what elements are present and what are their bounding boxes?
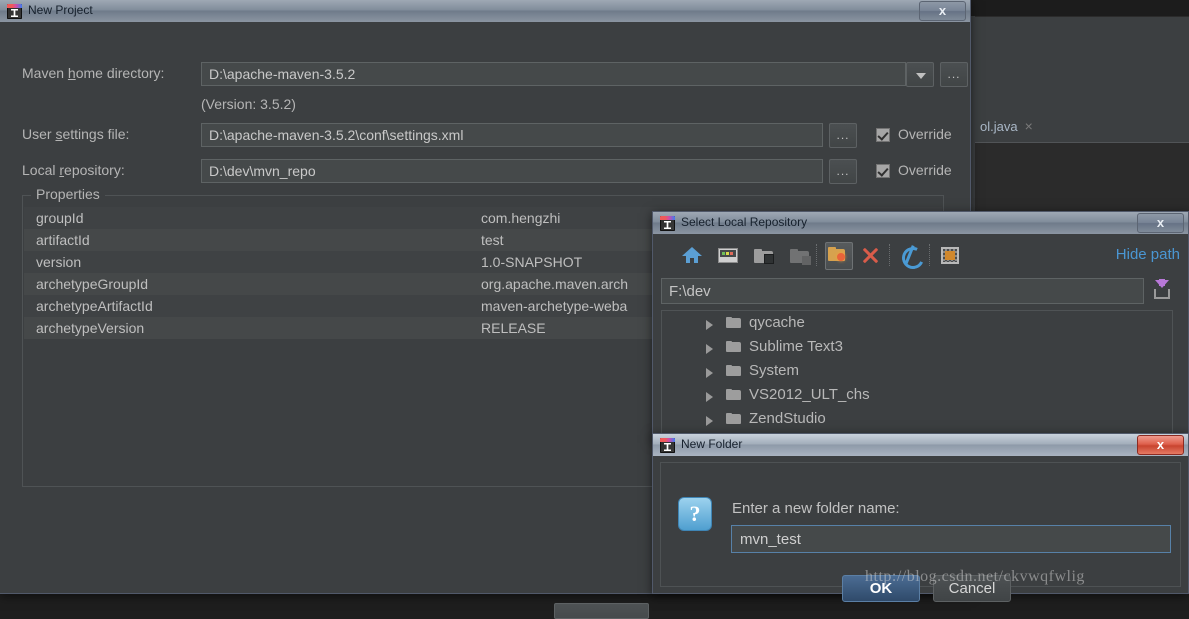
editor-tab-label: ol.java (980, 119, 1018, 134)
folder-name-input[interactable]: mvn_test (731, 525, 1171, 553)
tree-item-label: qycache (749, 314, 805, 331)
new-project-titlebar[interactable]: New Project x (0, 0, 971, 22)
toolbar-separator (816, 244, 817, 266)
intellij-icon (660, 216, 675, 231)
property-value: test (481, 232, 504, 248)
property-key: groupId (36, 210, 84, 226)
home-icon[interactable] (681, 244, 703, 266)
folder-down-icon[interactable] (753, 244, 775, 266)
question-mark-glyph: ? (689, 501, 701, 526)
new-folder-title: New Folder (681, 437, 743, 451)
ok-button[interactable]: OK (842, 575, 920, 602)
list-item[interactable]: ZendStudio (662, 407, 1172, 431)
editor-tab[interactable]: ol.java × (980, 118, 1033, 134)
folder-icon (726, 317, 741, 328)
tree-item-label: ZendStudio (749, 410, 826, 427)
show-hidden-icon[interactable] (939, 244, 961, 266)
cancel-button[interactable]: Cancel (933, 575, 1011, 602)
path-input[interactable]: F:\dev (661, 278, 1144, 304)
property-key: archetypeArtifactId (36, 298, 153, 314)
property-key: version (36, 254, 82, 270)
list-item[interactable]: VS2012_ULT_chs (662, 383, 1172, 407)
property-value: 1.0-SNAPSHOT (481, 254, 583, 270)
expand-arrow-icon[interactable] (706, 416, 713, 426)
maven-home-browse-button[interactable]: ... (940, 62, 968, 87)
intellij-icon (660, 438, 675, 453)
select-repo-title: Select Local Repository (681, 215, 808, 229)
folder-icon (726, 389, 741, 400)
new-folder-body: ? Enter a new folder name: mvn_test OK C… (652, 456, 1189, 602)
folder-up-icon[interactable] (789, 244, 811, 266)
expand-arrow-icon[interactable] (706, 392, 713, 402)
maven-home-dropdown-button[interactable] (906, 62, 934, 87)
override-user-settings-checkbox[interactable] (876, 128, 890, 142)
tree-item-label: System (749, 362, 800, 379)
new-project-footer-button[interactable] (554, 603, 649, 619)
expand-arrow-icon[interactable] (706, 344, 713, 354)
local-repository-field[interactable]: D:\dev\mvn_repo (201, 159, 823, 183)
hide-path-link[interactable]: Hide path (1116, 246, 1180, 263)
property-value: org.apache.maven.arch (481, 276, 629, 292)
local-repository-browse-button[interactable]: ... (829, 159, 857, 184)
toolbar-separator (889, 244, 890, 266)
folder-icon (726, 413, 741, 424)
properties-legend: Properties (31, 186, 105, 202)
property-key: archetypeGroupId (36, 276, 149, 292)
list-item[interactable]: qycache (662, 311, 1172, 335)
list-item[interactable]: System (662, 359, 1172, 383)
user-settings-browse-button[interactable]: ... (829, 123, 857, 148)
desktop-icon[interactable] (717, 244, 739, 266)
tree-item-label: Sublime Text3 (749, 338, 843, 355)
chevron-down-icon (916, 73, 926, 79)
new-folder-prompt: Enter a new folder name: (732, 500, 900, 517)
close-button[interactable]: x (1137, 435, 1184, 455)
property-value: RELEASE (481, 320, 546, 336)
new-folder-icon[interactable] (825, 242, 853, 270)
maven-version-text: (Version: 3.5.2) (201, 96, 296, 112)
new-folder-titlebar[interactable]: New Folder x (652, 433, 1189, 456)
local-repository-label: Local repository: (22, 162, 125, 178)
intellij-icon (7, 4, 22, 19)
select-local-repository-dialog: Select Local Repository x Hide path F:\d… (652, 211, 1189, 441)
user-settings-field[interactable]: D:\apache-maven-3.5.2\conf\settings.xml (201, 123, 823, 147)
question-icon: ? (678, 497, 712, 531)
select-repo-titlebar[interactable]: Select Local Repository x (652, 211, 1189, 234)
property-key: artifactId (36, 232, 90, 248)
override-local-repository-checkbox[interactable] (876, 164, 890, 178)
delete-icon[interactable] (859, 244, 881, 266)
tree-item-label: VS2012_ULT_chs (749, 386, 870, 403)
expand-arrow-icon[interactable] (706, 368, 713, 378)
ide-toolbar: ? (975, 16, 1189, 100)
override-local-repository-label: Override (898, 162, 952, 178)
list-item[interactable]: Sublime Text3 (662, 335, 1172, 359)
close-button[interactable]: x (919, 1, 966, 21)
tree-scrollbar[interactable] (1177, 312, 1186, 434)
new-folder-dialog: New Folder x ? Enter a new folder name: … (652, 433, 1189, 602)
directory-tree[interactable]: qycache Sublime Text3 System VS2012_ULT_… (661, 310, 1173, 436)
user-settings-label: User settings file: (22, 126, 130, 142)
select-repo-body: Hide path F:\dev qycache Sublime Text3 S… (652, 234, 1189, 441)
close-icon[interactable]: × (1025, 118, 1033, 134)
new-project-title: New Project (28, 3, 93, 17)
property-value: maven-archetype-weba (481, 298, 628, 314)
property-key: archetypeVersion (36, 320, 145, 336)
override-user-settings-label: Override (898, 126, 952, 142)
save-path-icon[interactable] (1151, 279, 1173, 304)
refresh-icon[interactable] (898, 243, 928, 273)
maven-home-field[interactable]: D:\apache-maven-3.5.2 (201, 62, 906, 86)
toolbar-separator (929, 244, 930, 266)
maven-home-label: Maven home directory: (22, 65, 165, 81)
folder-icon (726, 365, 741, 376)
file-chooser-toolbar: Hide path (661, 240, 1180, 274)
folder-icon (726, 341, 741, 352)
property-value: com.hengzhi (481, 210, 561, 226)
expand-arrow-icon[interactable] (706, 320, 713, 330)
close-button[interactable]: x (1137, 213, 1184, 233)
